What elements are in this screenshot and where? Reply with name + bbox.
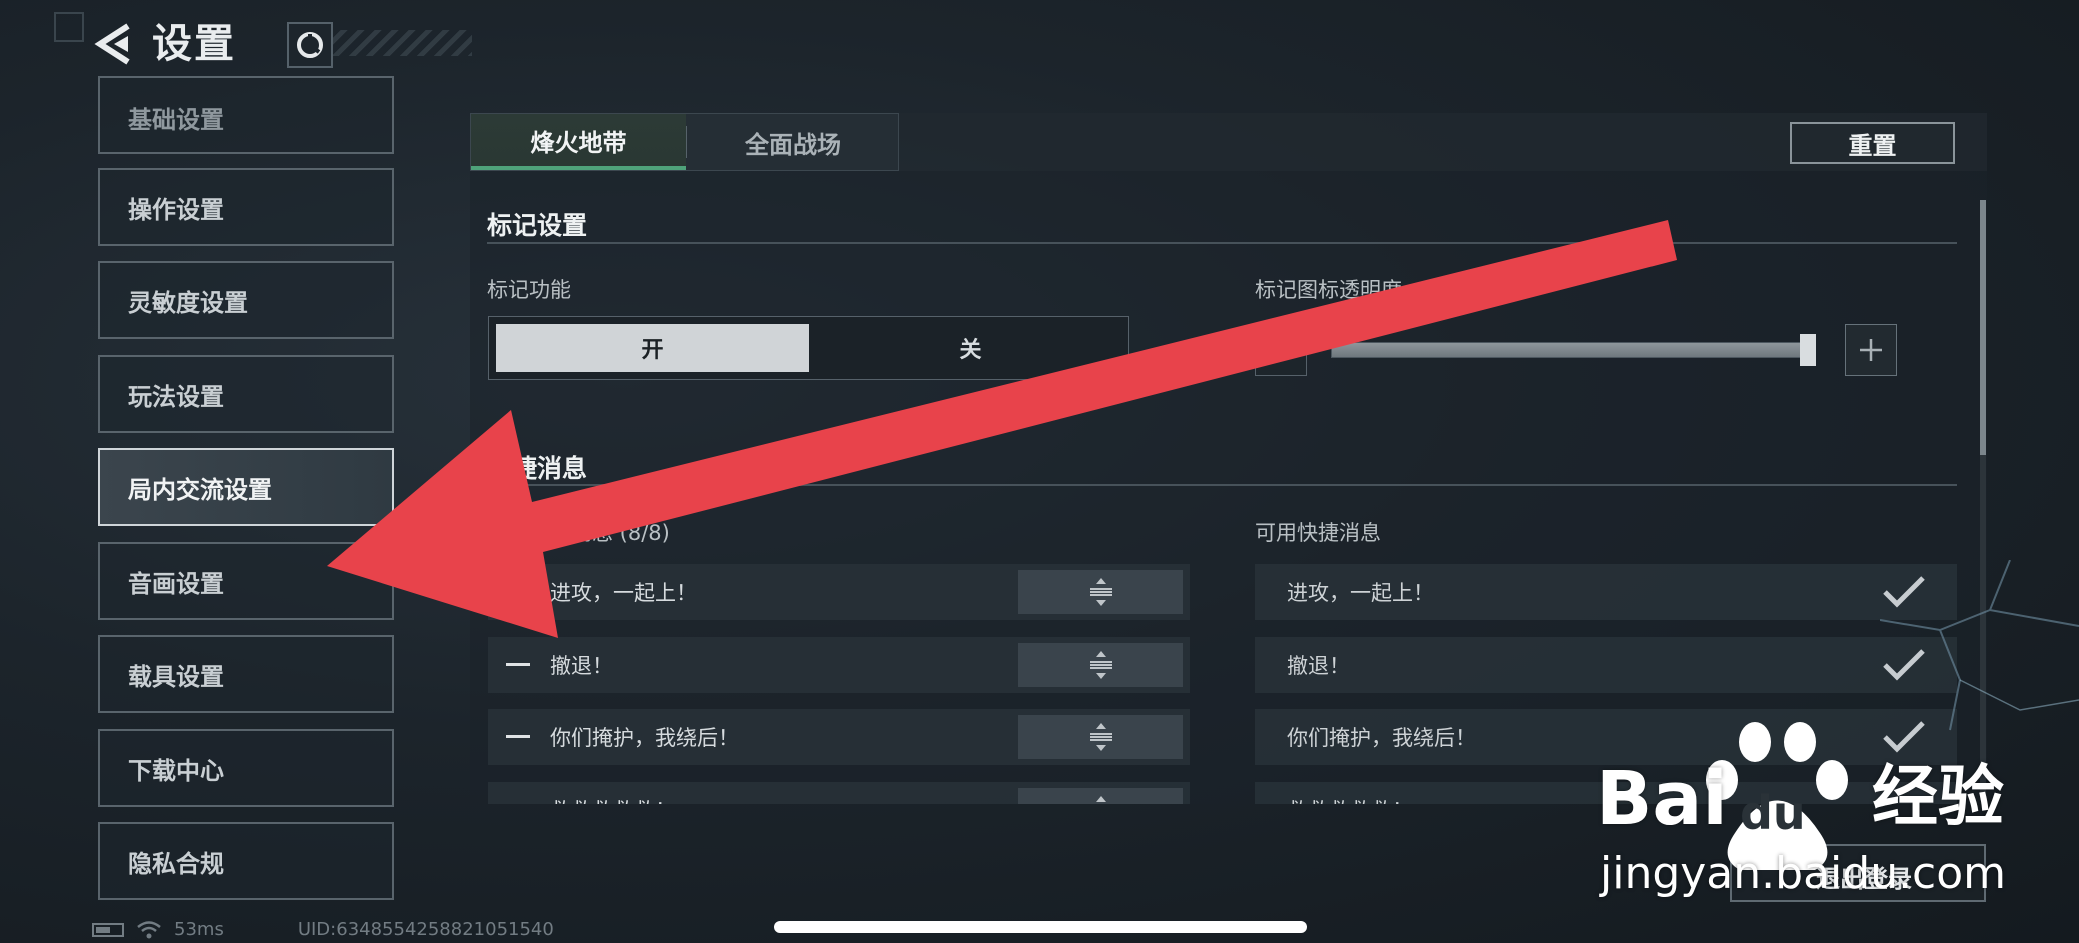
sidebar-item-gameplay[interactable]: 玩法设置 (98, 355, 394, 433)
msg-text: 撤退！ (1287, 654, 1350, 678)
watermark-paw-text: du (1740, 786, 1806, 840)
sidebar-item-vehicle[interactable]: 载具设置 (98, 635, 394, 713)
carried-msg-label: 携带快捷消息 (8/8) (487, 521, 670, 545)
mark-opacity-label: 标记图标透明度 (1255, 278, 1402, 302)
tab-label: 烽火地带 (530, 128, 627, 157)
mark-function-toggle: 开 关 (488, 316, 1129, 380)
opacity-slider[interactable] (1331, 334, 1816, 366)
uid-text: UID:6348554258821051540 (297, 919, 554, 940)
sidebar-item-label: 下载中心 (128, 756, 224, 785)
toggle-off-option[interactable]: 关 (814, 324, 1127, 372)
sidebar-item-controls[interactable]: 操作设置 (98, 168, 394, 246)
mark-section-title: 标记设置 (487, 211, 588, 240)
available-msg-row[interactable]: 撤退！ (1255, 637, 1957, 693)
corner-frame-icon (54, 12, 84, 42)
opacity-increase-button[interactable] (1845, 324, 1897, 376)
msg-text: 救救救救救！ (1287, 795, 1413, 804)
sidebar-item-downloads[interactable]: 下载中心 (98, 729, 394, 807)
sidebar-item-label: 基础设置 (128, 106, 224, 134)
battery-icon (92, 922, 124, 937)
msg-text: 进攻，一起上！ (1287, 581, 1434, 605)
content-scrollbar[interactable] (1980, 200, 1986, 800)
quick-msg-section-title: 快捷消息 (487, 454, 588, 483)
plus-icon (1860, 339, 1882, 361)
sidebar-item-sensitivity[interactable]: 灵敏度设置 (98, 261, 394, 339)
game-logo-icon (287, 22, 333, 68)
scrollbar-thumb[interactable] (1980, 200, 1986, 455)
sidebar-item-communication[interactable]: 局内交流设置 (98, 448, 394, 526)
section-divider (487, 484, 1957, 486)
reorder-icon (1095, 796, 1106, 802)
watermark-suffix: 经验 (1872, 758, 2004, 835)
back-arrow-icon[interactable] (94, 22, 134, 66)
available-msg-label: 可用快捷消息 (1255, 521, 1381, 545)
tab-full-battlefield[interactable]: 全面战场 (687, 114, 899, 170)
msg-text: 救救救救救！ (550, 795, 676, 804)
status-bar: 53ms UID:6348554258821051540 (92, 919, 554, 940)
sidebar-item-label: 玩法设置 (128, 382, 224, 411)
ping-value: 53ms (174, 919, 224, 940)
sidebar-item-privacy[interactable]: 隐私合规 (98, 822, 394, 900)
sidebar-item-audio-video[interactable]: 音画设置 (98, 542, 394, 620)
mark-function-label: 标记功能 (487, 278, 571, 302)
tab-hazard-zone[interactable]: 烽火地带 (471, 114, 686, 170)
toggle-on-option[interactable]: 开 (496, 324, 809, 372)
checkmark-icon (1883, 721, 1925, 753)
sidebar-item-label: 载具设置 (128, 662, 224, 691)
slider-fill (1332, 343, 1816, 357)
carried-msg-row: 救救救救救！ (488, 782, 1190, 804)
home-indicator[interactable] (774, 921, 1307, 933)
checkmark-icon (1883, 649, 1925, 681)
drag-handle[interactable] (1018, 788, 1183, 804)
sidebar-item-label: 音画设置 (128, 569, 224, 598)
sidebar-item-basic[interactable]: 基础设置 (98, 76, 394, 154)
watermark-brand: Bai (1596, 756, 1728, 842)
wifi-icon (137, 920, 161, 938)
sidebar-item-label: 操作设置 (128, 195, 224, 224)
tab-label: 全面战场 (745, 130, 841, 159)
sidebar-item-label: 隐私合规 (128, 849, 224, 878)
reset-button[interactable]: 重置 (1790, 122, 1955, 164)
watermark-domain: jingyan.baidu.com (1600, 848, 2007, 899)
mode-tab-bar: 烽火地带 全面战场 (470, 113, 899, 171)
slider-thumb[interactable] (1800, 334, 1816, 366)
section-divider (487, 242, 1957, 244)
available-msg-row[interactable]: 进攻，一起上！ (1255, 564, 1957, 620)
page-title: 设置 (152, 21, 236, 67)
msg-text: 你们掩护，我绕后！ (1287, 726, 1476, 750)
sidebar-item-label: 灵敏度设置 (128, 288, 248, 317)
checkmark-icon (1883, 576, 1925, 608)
opacity-decrease-button[interactable] (1255, 324, 1307, 376)
sidebar-item-label: 局内交流设置 (128, 475, 272, 504)
